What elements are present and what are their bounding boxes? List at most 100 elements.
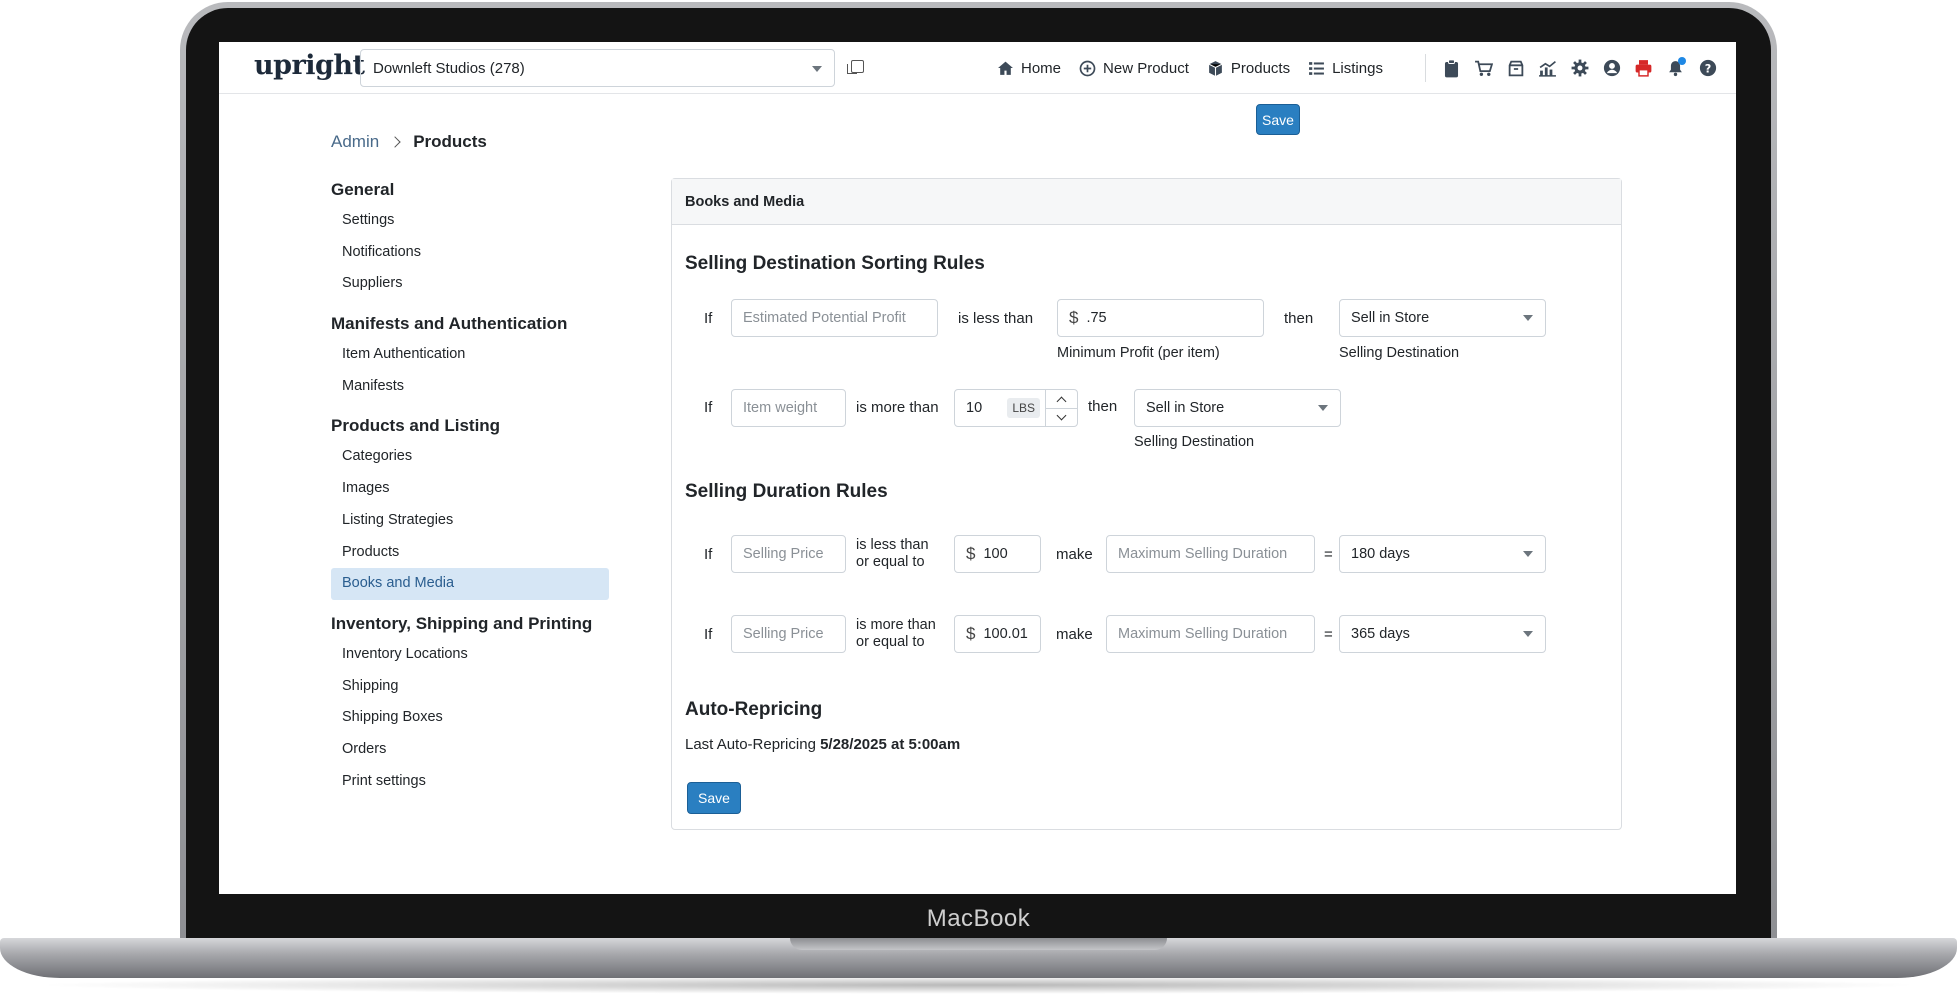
sidebar-item-images[interactable]: Images (331, 473, 609, 505)
sidebar-item-products[interactable]: Products (331, 537, 609, 569)
gear-icon[interactable] (1569, 58, 1590, 79)
price-input-1[interactable]: $ 100 (954, 535, 1041, 573)
sidebar-item-notifications[interactable]: Notifications (331, 237, 609, 269)
sidebar-item-suppliers[interactable]: Suppliers (331, 268, 609, 300)
duration2-if-label: If (704, 626, 713, 643)
user-circle-icon[interactable] (1601, 58, 1622, 79)
nav-listings[interactable]: Listings (1308, 60, 1383, 77)
bell-icon[interactable] (1665, 56, 1686, 79)
nav-new-product-label: New Product (1103, 59, 1189, 77)
sidebar-item-categories[interactable]: Categories (331, 441, 609, 473)
settings-card: Books and Media Selling Destination Sort… (671, 178, 1622, 830)
weight-stepper[interactable] (1045, 389, 1078, 427)
svg-text:?: ? (1704, 63, 1711, 76)
sidebar-group-inventory: Inventory, Shipping and Printing (331, 613, 593, 633)
top-navbar: upright Downleft Studios (278) Home New … (219, 42, 1736, 94)
nav-home[interactable]: Home (997, 60, 1061, 77)
home-icon (997, 60, 1014, 77)
destination-select-2-value: Sell in Store (1146, 400, 1225, 416)
app-screen: upright Downleft Studios (278) Home New … (219, 42, 1736, 894)
destination-rules-title: Selling Destination Sorting Rules (685, 253, 985, 274)
selling-price-field-1[interactable]: Selling Price (731, 535, 846, 573)
weight-input[interactable]: 10 LBS (954, 389, 1046, 427)
save-button-bottom[interactable]: Save (687, 782, 741, 814)
sidebar-group-general: General (331, 180, 395, 199)
last-repricing-label: Last Auto-Repricing (685, 736, 816, 753)
weight-unit-badge: LBS (1007, 398, 1040, 418)
sidebar-item-inventory-locations[interactable]: Inventory Locations (331, 639, 609, 671)
duration1-operator-line2: or equal to (856, 554, 925, 570)
plus-circle-icon (1079, 60, 1096, 77)
save-button-top[interactable]: Save (1256, 104, 1300, 135)
weight-metric-field[interactable]: Item weight (731, 389, 846, 427)
clipboard-icon[interactable] (1441, 58, 1462, 79)
chevron-down-icon (1523, 315, 1533, 321)
breadcrumb-admin[interactable]: Admin (331, 132, 379, 152)
sidebar-item-manifests[interactable]: Manifests (331, 371, 609, 403)
minimum-profit-caption: Minimum Profit (per item) (1057, 345, 1220, 361)
printer-icon[interactable] (1633, 58, 1654, 79)
device-label: MacBook (926, 905, 1031, 932)
price-input-2-value: 100.01 (983, 626, 1028, 642)
archive-box-icon[interactable] (1505, 58, 1526, 79)
destination-select-1[interactable]: Sell in Store (1339, 299, 1546, 337)
tool-icons: ? (1441, 42, 1718, 94)
chevron-down-icon (812, 66, 822, 72)
sidebar-item-books-and-media[interactable]: Books and Media (331, 568, 609, 600)
nav-links: Home New Product Products Listings (997, 42, 1383, 94)
duration-select-2-value: 365 days (1351, 626, 1410, 642)
duration-select-1[interactable]: 180 days (1339, 535, 1546, 573)
chevron-down-icon (1056, 410, 1067, 421)
sidebar-item-shipping[interactable]: Shipping (331, 671, 609, 703)
destination-select-1-value: Sell in Store (1351, 310, 1430, 326)
duration2-operator-line1: is more than (856, 617, 936, 633)
sidebar-item-print-settings[interactable]: Print settings (331, 766, 609, 798)
rule1-operator-label: is less than (958, 310, 1034, 327)
sidebar-item-shipping-boxes[interactable]: Shipping Boxes (331, 702, 609, 734)
max-duration-field-1[interactable]: Maximum Selling Duration (1106, 535, 1315, 573)
rule1-if-label: If (704, 310, 713, 327)
price-input-2[interactable]: $ 100.01 (954, 615, 1041, 653)
selling-price-field-2[interactable]: Selling Price (731, 615, 846, 653)
destination-select-2[interactable]: Sell in Store (1134, 389, 1341, 427)
nav-divider (1425, 54, 1426, 82)
card-header: Books and Media (672, 179, 1621, 225)
rule1-then-label: then (1284, 310, 1314, 327)
sidebar-item-item-authentication[interactable]: Item Authentication (331, 339, 609, 371)
sidebar-item-listing-strategies[interactable]: Listing Strategies (331, 505, 609, 537)
duration-select-2[interactable]: 365 days (1339, 615, 1546, 653)
help-icon[interactable]: ? (1697, 58, 1718, 79)
sidebar-item-settings[interactable]: Settings (331, 205, 609, 237)
rule2-operator-label: is more than (856, 399, 939, 416)
stepper-up-button[interactable] (1046, 390, 1077, 408)
chevron-up-icon (1056, 396, 1067, 406)
duration1-equals: = (1324, 546, 1333, 563)
analytics-icon[interactable] (1537, 58, 1558, 79)
destination-caption-2: Selling Destination (1134, 434, 1255, 450)
max-duration-field-2[interactable]: Maximum Selling Duration (1106, 615, 1315, 653)
sidebar-group-products-listing: Products and Listing (331, 416, 501, 436)
duration-select-1-value: 180 days (1351, 546, 1410, 562)
settings-sidebar: General Settings Notifications Suppliers… (331, 178, 609, 797)
chevron-down-icon (1523, 551, 1533, 557)
auto-repricing-title: Auto-Repricing (685, 699, 823, 720)
duration-rules-title: Selling Duration Rules (685, 481, 888, 502)
minimum-profit-input[interactable]: $ .75 (1057, 299, 1264, 337)
duration2-equals: = (1324, 626, 1333, 643)
nav-products[interactable]: Products (1207, 60, 1290, 77)
stepper-down-button[interactable] (1046, 408, 1077, 426)
minimum-profit-value: .75 (1086, 310, 1107, 326)
cart-icon[interactable] (1473, 58, 1494, 79)
dollar-icon: $ (966, 624, 976, 643)
last-repricing-value: 5/28/2025 at 5:00am (820, 736, 961, 753)
store-select[interactable]: Downleft Studios (278) (360, 49, 835, 87)
duration2-operator-label: is more than or equal to (856, 617, 936, 651)
nav-new-product[interactable]: New Product (1079, 60, 1189, 77)
nav-products-label: Products (1230, 59, 1291, 77)
copy-icon[interactable] (847, 60, 864, 74)
duration1-operator-line1: is less than (856, 537, 929, 553)
profit-metric-field[interactable]: Estimated Potential Profit (731, 299, 938, 337)
sidebar-item-orders[interactable]: Orders (331, 734, 609, 766)
app-logo[interactable]: upright (254, 50, 365, 81)
chevron-down-icon (1318, 405, 1328, 411)
